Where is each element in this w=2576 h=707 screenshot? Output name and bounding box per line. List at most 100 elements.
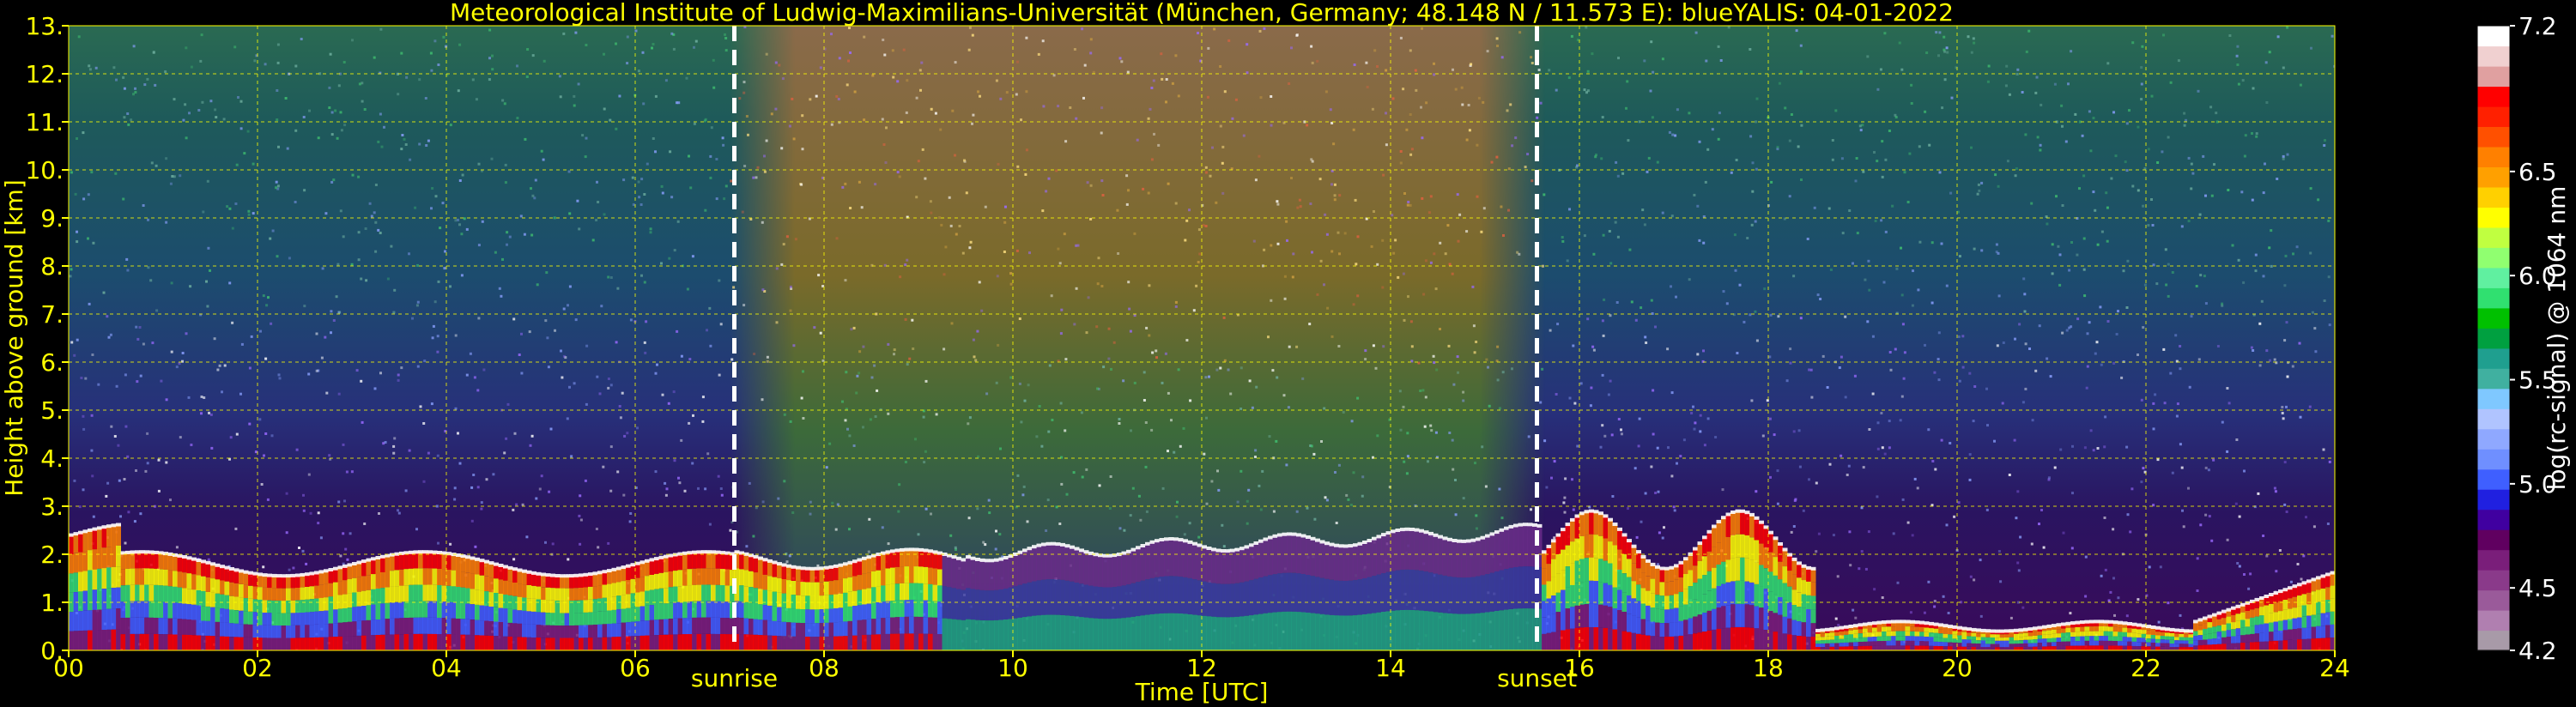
noise-pixel [638, 196, 641, 199]
noise-pixel [1734, 269, 1737, 272]
aerosol-cell [635, 607, 640, 622]
aerosol-cell [961, 559, 967, 590]
aerosol-cell [1494, 611, 1500, 650]
aerosol-cell [900, 566, 905, 583]
noise-pixel [619, 416, 622, 420]
noise-pixel [2009, 616, 2013, 619]
aerosol-cell [592, 573, 598, 587]
noise-pixel [443, 267, 446, 270]
noise-pixel [979, 94, 981, 98]
noise-pixel [1836, 575, 1840, 578]
layer-top-cell [1253, 541, 1259, 545]
noise-pixel [752, 176, 755, 179]
noise-pixel [717, 474, 720, 478]
noise-pixel [2162, 347, 2166, 351]
aerosol-cell [923, 600, 929, 618]
noise-pixel [568, 212, 572, 215]
layer-top-cell [1221, 549, 1226, 553]
aerosol-cell [1631, 564, 1637, 582]
noise-pixel [1855, 157, 1858, 160]
aerosol-cell [1721, 517, 1726, 540]
noise-pixel [1848, 530, 1852, 534]
noise-pixel [2185, 118, 2187, 122]
noise-pixel [1310, 45, 1313, 48]
noise-pixel [607, 275, 610, 279]
layer-top-cell [900, 547, 905, 552]
aerosol-cell [1489, 572, 1495, 612]
noise-pixel [1058, 523, 1062, 525]
noise-pixel [1118, 57, 1122, 60]
aerosol-cell [158, 618, 164, 634]
aerosol-cell [1820, 640, 1826, 644]
aerosol-cell [1046, 543, 1052, 580]
aerosol-cell [739, 569, 744, 586]
noise-pixel [1586, 69, 1590, 73]
aerosol-cell [1702, 556, 1707, 576]
layer-top-cell [479, 559, 485, 563]
noise-pixel [603, 213, 606, 216]
noise-pixel [609, 445, 613, 449]
aerosol-cell [88, 589, 93, 611]
aerosol-cell [394, 618, 400, 635]
noise-pixel [1082, 96, 1085, 100]
aerosol-cell [1678, 606, 1684, 621]
aerosol-cell [1844, 646, 1849, 650]
aerosol-cell [994, 619, 999, 650]
layer-top-cell [597, 571, 603, 575]
noise-pixel [1776, 145, 1779, 148]
aerosol-cell [1272, 574, 1278, 613]
aerosol-cell [507, 581, 513, 595]
noise-pixel [1563, 496, 1567, 499]
noise-pixel [373, 211, 376, 215]
aerosol-cell [1829, 636, 1835, 640]
aerosol-cell [1470, 613, 1476, 650]
noise-pixel [1231, 117, 1234, 120]
noise-pixel [654, 150, 657, 154]
aerosol-cell [923, 633, 929, 650]
noise-pixel [1589, 404, 1592, 408]
noise-pixel [458, 43, 462, 46]
noise-pixel [278, 377, 282, 380]
noise-pixel [1018, 317, 1021, 320]
aerosol-cell [1102, 587, 1108, 619]
noise-pixel [2179, 367, 2182, 371]
aerosol-cell [177, 587, 183, 603]
noise-pixel [1876, 160, 1879, 163]
noise-pixel [1654, 492, 1658, 494]
aerosol-cell [635, 592, 640, 607]
noise-pixel [70, 341, 74, 344]
aerosol-cell [1593, 604, 1599, 628]
noise-pixel [1276, 202, 1280, 206]
aerosol-cell [1296, 573, 1301, 613]
aerosol-cell [1697, 543, 1703, 561]
noise-pixel [1410, 148, 1414, 151]
layer-top-cell [191, 557, 197, 561]
aerosol-cell [248, 624, 253, 638]
aerosol-cell [1230, 617, 1235, 650]
noise-pixel [1937, 378, 1941, 382]
aerosol-cell [470, 635, 476, 650]
aerosol-cell [1310, 576, 1316, 613]
aerosol-cell [1579, 559, 1585, 583]
aerosol-cell [626, 636, 631, 650]
aerosol-cell [201, 620, 206, 636]
layer-top-cell [833, 564, 839, 568]
aerosol-cell [1093, 554, 1099, 587]
aerosol-cell [258, 625, 263, 638]
aerosol-cell [1272, 612, 1278, 650]
noise-pixel [538, 487, 542, 491]
aerosol-cell [900, 633, 905, 650]
aerosol-cell [356, 606, 362, 621]
noise-pixel [1064, 429, 1067, 432]
noise-pixel [324, 335, 327, 339]
noise-pixel [1488, 404, 1491, 408]
aerosol-cell [1688, 553, 1694, 571]
noise-pixel [692, 414, 694, 417]
aerosol-cell [1933, 645, 1939, 650]
noise-pixel [2059, 448, 2063, 451]
aerosol-cell [1933, 641, 1939, 646]
aerosol-cell [1631, 581, 1637, 599]
aerosol-cell [857, 559, 863, 576]
noise-pixel [1285, 220, 1288, 223]
aerosol-cell [1598, 559, 1603, 583]
